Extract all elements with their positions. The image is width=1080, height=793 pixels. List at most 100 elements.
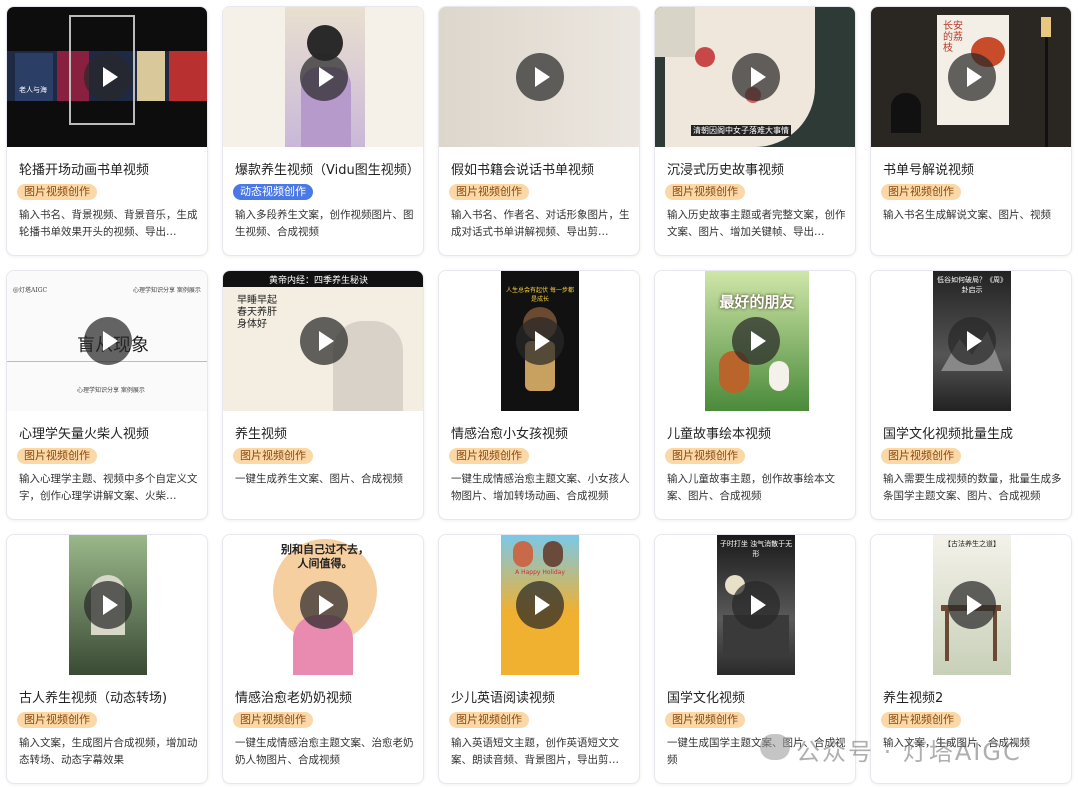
category-badge: 图片视频创作 xyxy=(665,184,745,200)
card-title: 情感治愈小女孩视频 xyxy=(451,427,569,442)
category-badge: 图片视频创作 xyxy=(881,448,961,464)
card-description: 输入历史故事主题或者完整文案，创作文案、图片、增加关键帧、导出… xyxy=(667,209,846,238)
video-thumbnail[interactable]: 黄帝内经：四季养生秘诀 早睡早起 春天养肝 身体好 xyxy=(223,271,423,411)
category-badge: 图片视频创作 xyxy=(449,712,529,728)
video-thumbnail[interactable]: 子时打坐 浊气消散于无形 xyxy=(655,535,855,675)
video-thumbnail[interactable]: A Happy Holiday xyxy=(439,535,639,675)
category-badge: 图片视频创作 xyxy=(665,712,745,728)
play-icon[interactable] xyxy=(516,317,564,365)
template-card[interactable]: 假如书籍会说话书单视频 图片视频创作 输入书名、作者名、对话形象图片，生成对话式… xyxy=(438,6,640,256)
play-icon[interactable] xyxy=(516,581,564,629)
template-card[interactable]: A Happy Holiday 少儿英语阅读视频 图片视频创作 输入英语短文主题… xyxy=(438,534,640,784)
template-card[interactable]: 古人养生视频（动态转场) 图片视频创作 输入文案，生成图片合成视频，增加动态转场… xyxy=(6,534,208,784)
play-icon[interactable] xyxy=(732,317,780,365)
template-card[interactable]: 爆款养生视频（Vidu图生视频） 动态视频创作 输入多段养生文案，创作视频图片、… xyxy=(222,6,424,256)
play-icon[interactable] xyxy=(300,317,348,365)
thumb-book-title: 老人与海 xyxy=(19,86,47,94)
template-card[interactable]: 长安的荔枝 书单号解说视频 图片视频创作 输入书名生成解说文案、图片、视频 xyxy=(870,6,1072,256)
card-description: 输入书名、背景视频、背景音乐，生成轮播书单效果开头的视频、导出… xyxy=(19,209,198,238)
category-badge: 图片视频创作 xyxy=(17,448,97,464)
thumb-heading: A Happy Holiday xyxy=(515,569,565,576)
thumb-account: @灯塔AIGC xyxy=(13,287,48,294)
category-badge: 图片视频创作 xyxy=(881,712,961,728)
template-card[interactable]: 人生总会有起伏 每一步都是成长 情感治愈小女孩视频 图片视频创作 一键生成情感治… xyxy=(438,270,640,520)
thumb-caption: 清朝因阁中女子落难大事情 xyxy=(691,125,791,136)
category-badge: 图片视频创作 xyxy=(449,448,529,464)
card-title: 情感治愈老奶奶视频 xyxy=(235,691,353,706)
category-badge: 动态视频创作 xyxy=(233,184,313,200)
card-title: 养生视频2 xyxy=(883,691,944,706)
play-icon[interactable] xyxy=(732,581,780,629)
card-title: 国学文化视频批量生成 xyxy=(883,427,1014,442)
category-badge: 图片视频创作 xyxy=(233,448,313,464)
video-thumbnail[interactable]: @灯塔AIGC 心理学知识分享 案例展示 盲从现象 心理学知识分享 案例展示 xyxy=(7,271,207,411)
template-card[interactable]: 低谷如何破局？《周》卦启示 国学文化视频批量生成 图片视频创作 输入需要生成视频… xyxy=(870,270,1072,520)
video-thumbnail[interactable]: 老人与海 xyxy=(7,7,207,147)
template-card[interactable]: 清朝因阁中女子落难大事情 沉浸式历史故事视频 图片视频创作 输入历史故事主题或者… xyxy=(654,6,856,256)
play-icon[interactable] xyxy=(948,317,996,365)
video-thumbnail[interactable]: 清朝因阁中女子落难大事情 xyxy=(655,7,855,147)
thumb-header: 心理学知识分享 案例展示 xyxy=(133,287,201,294)
video-thumbnail[interactable]: 最好的朋友 xyxy=(655,271,855,411)
thumb-banner: 黄帝内经：四季养生秘诀 xyxy=(269,276,369,286)
video-thumbnail[interactable]: 长安的荔枝 xyxy=(871,7,1071,147)
thumb-heading: 【古法养生之道】 xyxy=(944,540,1000,548)
card-description: 一键生成情感治愈主题文案、小女孩人物图片、增加转场动画、合成视频 xyxy=(451,473,630,502)
category-badge: 图片视频创作 xyxy=(17,712,97,728)
video-thumbnail[interactable]: 低谷如何破局？《周》卦启示 xyxy=(871,271,1071,411)
template-card[interactable]: 黄帝内经：四季养生秘诀 早睡早起 春天养肝 身体好 养生视频 图片视频创作 一键… xyxy=(222,270,424,520)
video-thumbnail[interactable]: 人生总会有起伏 每一步都是成长 xyxy=(439,271,639,411)
video-thumbnail[interactable] xyxy=(7,535,207,675)
thumb-caption: 人生总会有起伏 每一步都是成长 xyxy=(506,287,574,303)
watermark-text: 公众号 · 灯塔AIGC xyxy=(796,738,1022,766)
card-description: 一键生成养生文案、图片、合成视频 xyxy=(235,473,403,485)
card-description: 输入需要生成视频的数量，批量生成多条国学主题文案、图片、合成视频 xyxy=(883,473,1062,502)
card-description: 输入英语短文主题，创作英语短文文案、朗读音频、背景图片，导出剪… xyxy=(451,737,619,766)
card-description: 输入文案，生成图片合成视频，增加动态转场、动态字幕效果 xyxy=(19,737,198,766)
card-title: 爆款养生视频（Vidu图生视频） xyxy=(235,163,417,178)
play-icon[interactable] xyxy=(300,581,348,629)
video-thumbnail[interactable]: 【古法养生之道】 xyxy=(871,535,1071,675)
thumb-poem: 早睡早起 春天养肝 身体好 xyxy=(237,295,277,330)
card-title: 假如书籍会说话书单视频 xyxy=(451,163,595,178)
thumb-book-title: 长安的荔枝 xyxy=(943,21,963,54)
card-title: 国学文化视频 xyxy=(667,691,746,706)
card-title: 轮播开场动画书单视频 xyxy=(19,163,150,178)
card-description: 输入书名生成解说文案、图片、视频 xyxy=(883,209,1051,221)
template-card[interactable]: @灯塔AIGC 心理学知识分享 案例展示 盲从现象 心理学知识分享 案例展示 心… xyxy=(6,270,208,520)
card-title: 沉浸式历史故事视频 xyxy=(667,163,785,178)
template-card[interactable]: 老人与海 轮播开场动画书单视频 图片视频创作 输入书名、背景视频、背景音乐，生成… xyxy=(6,6,208,256)
video-thumbnail[interactable]: 别和自己过不去，人间值得。 xyxy=(223,535,423,675)
card-title: 古人养生视频（动态转场) xyxy=(19,691,168,706)
play-icon[interactable] xyxy=(84,53,132,101)
play-icon[interactable] xyxy=(732,53,780,101)
video-thumbnail[interactable] xyxy=(439,7,639,147)
watermark: 公众号 · 灯塔AIGC xyxy=(760,730,1060,770)
video-thumbnail[interactable] xyxy=(223,7,423,147)
category-badge: 图片视频创作 xyxy=(881,184,961,200)
card-description: 一键生成情感治愈主题文案、治愈老奶奶人物图片、合成视频 xyxy=(235,737,414,766)
play-icon[interactable] xyxy=(84,317,132,365)
card-title: 书单号解说视频 xyxy=(883,163,975,178)
card-title: 养生视频 xyxy=(235,427,288,442)
template-card[interactable]: 最好的朋友 儿童故事绘本视频 图片视频创作 输入儿童故事主题，创作故事绘本文案、… xyxy=(654,270,856,520)
play-icon[interactable] xyxy=(516,53,564,101)
category-badge: 图片视频创作 xyxy=(449,184,529,200)
card-title: 心理学矢量火柴人视频 xyxy=(19,427,150,442)
card-description: 输入多段养生文案，创作视频图片、图生视频、合成视频 xyxy=(235,209,414,238)
category-badge: 图片视频创作 xyxy=(233,712,313,728)
play-icon[interactable] xyxy=(948,581,996,629)
category-badge: 图片视频创作 xyxy=(665,448,745,464)
thumb-heading: 低谷如何破局？《周》卦启示 xyxy=(937,276,1007,294)
play-icon[interactable] xyxy=(948,53,996,101)
thumb-footer: 心理学知识分享 案例展示 xyxy=(77,387,145,394)
play-icon[interactable] xyxy=(300,53,348,101)
card-description: 输入书名、作者名、对话形象图片，生成对话式书单讲解视频、导出剪… xyxy=(451,209,630,238)
template-card[interactable]: 别和自己过不去，人间值得。 情感治愈老奶奶视频 图片视频创作 一键生成情感治愈主… xyxy=(222,534,424,784)
thumb-heading: 子时打坐 浊气消散于无形 xyxy=(719,540,793,558)
card-description: 输入心理学主题、视频中多个自定义文字，创作心理学讲解文案、火柴… xyxy=(19,473,198,502)
wechat-icon xyxy=(760,734,790,760)
template-grid: 老人与海 轮播开场动画书单视频 图片视频创作 输入书名、背景视频、背景音乐，生成… xyxy=(0,0,1080,793)
play-icon[interactable] xyxy=(84,581,132,629)
card-title: 少儿英语阅读视频 xyxy=(451,691,556,706)
